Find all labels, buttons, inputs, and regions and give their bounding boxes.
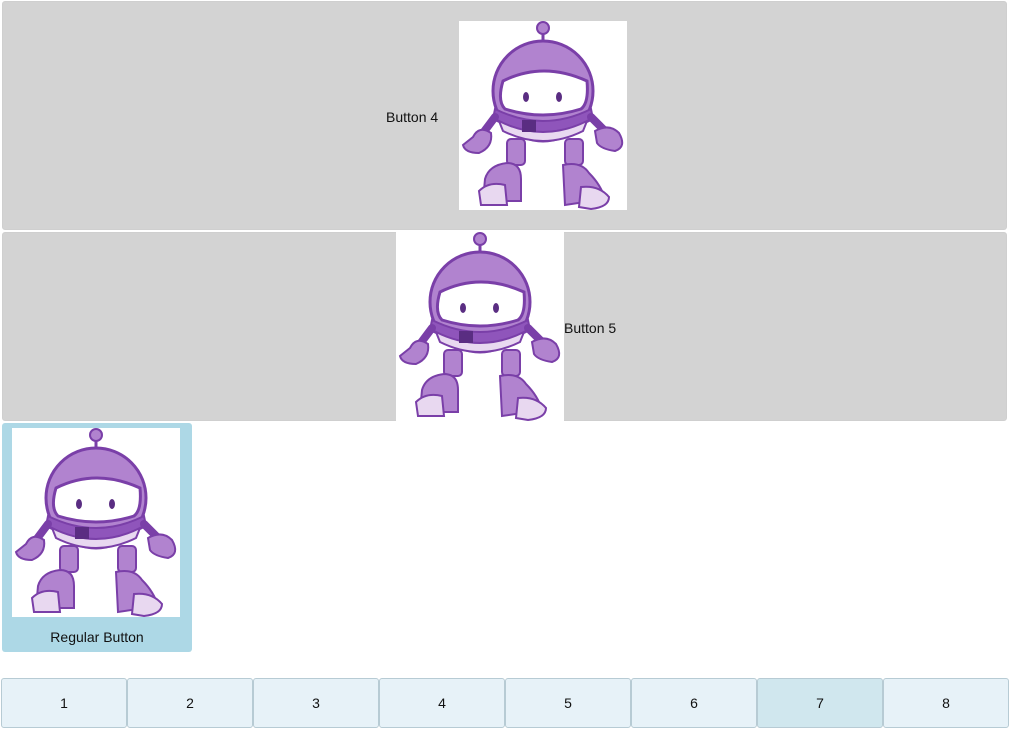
tab-5[interactable]: 5 [505, 678, 631, 728]
tab-label: 8 [942, 695, 950, 711]
tab-3[interactable]: 3 [253, 678, 379, 728]
tab-bar: 1 2 3 4 5 6 7 8 [1, 678, 1009, 728]
tab-label: 2 [186, 695, 194, 711]
regular-button-label: Regular Button [50, 629, 144, 645]
tab-4[interactable]: 4 [379, 678, 505, 728]
robot-icon [459, 21, 627, 210]
tab-label: 1 [60, 695, 68, 711]
tab-label: 4 [438, 695, 446, 711]
robot-image [459, 21, 627, 210]
button-5[interactable]: Button 5 [2, 232, 1007, 421]
tab-7[interactable]: 7 [757, 678, 883, 728]
robot-icon [396, 232, 564, 421]
button-5-label: Button 5 [564, 320, 617, 336]
tab-8[interactable]: 8 [883, 678, 1009, 728]
robot-icon [12, 428, 180, 617]
button-4-label: Button 4 [386, 109, 439, 125]
tab-label: 7 [816, 695, 824, 711]
tab-label: 5 [564, 695, 572, 711]
button-4[interactable]: Button 4 [2, 1, 1007, 230]
tab-label: 3 [312, 695, 320, 711]
tab-1[interactable]: 1 [1, 678, 127, 728]
robot-image [12, 428, 180, 617]
tab-2[interactable]: 2 [127, 678, 253, 728]
robot-image [396, 232, 564, 421]
regular-button[interactable]: Regular Button [2, 423, 192, 652]
tab-label: 6 [690, 695, 698, 711]
tab-6[interactable]: 6 [631, 678, 757, 728]
